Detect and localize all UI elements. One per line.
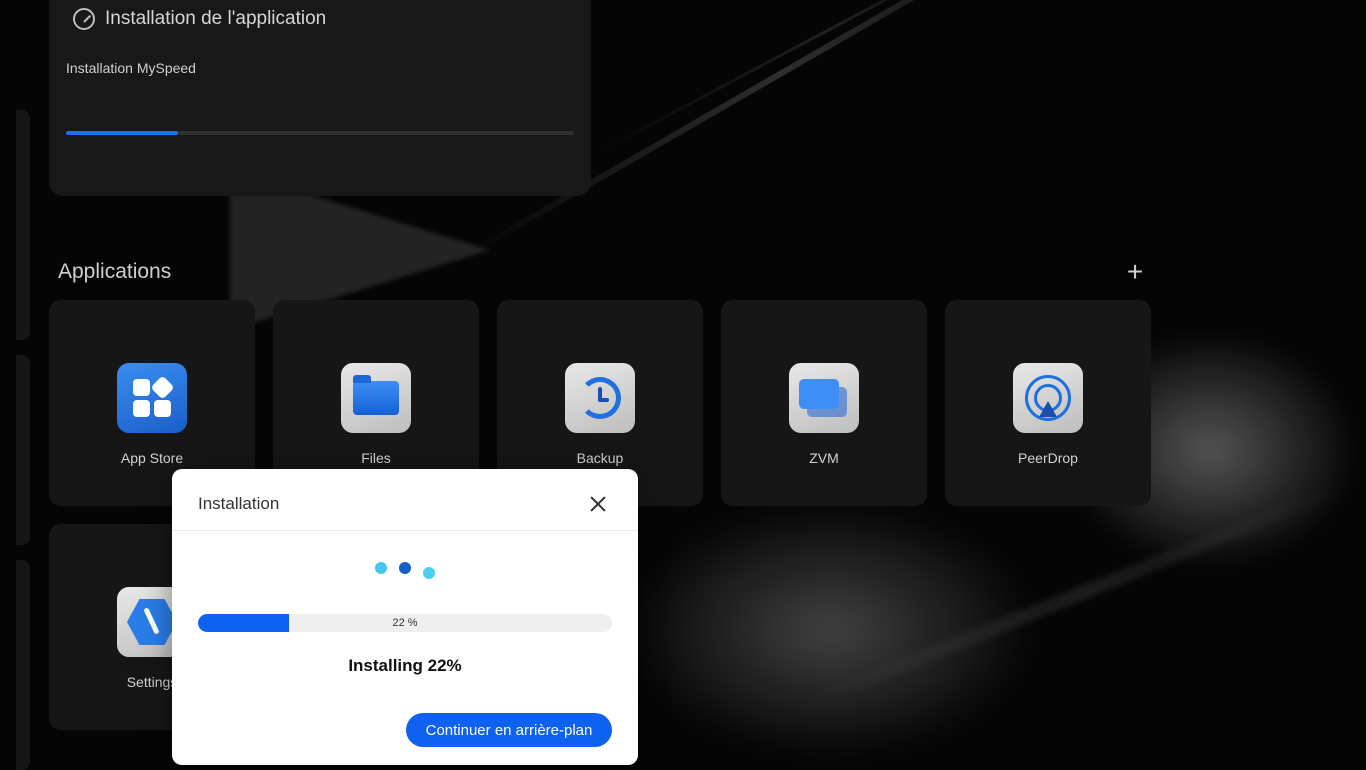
rail-segment bbox=[16, 355, 30, 545]
zvm-icon bbox=[789, 363, 859, 433]
speedometer-icon bbox=[73, 8, 95, 30]
installation-dialog: Installation 22 % Installing 22% Continu… bbox=[172, 469, 638, 765]
bg-streak bbox=[599, 0, 1060, 153]
installation-widget-progress-fill bbox=[66, 131, 178, 135]
app-tile-label: App Store bbox=[120, 450, 184, 466]
dialog-divider bbox=[172, 530, 638, 531]
installation-widget-progress bbox=[66, 131, 574, 135]
installation-widget-header: Installation de l'application bbox=[73, 8, 326, 30]
rail-segment bbox=[16, 110, 30, 340]
app-tile-peerdrop[interactable]: PeerDrop bbox=[945, 300, 1151, 506]
peerdrop-icon bbox=[1013, 363, 1083, 433]
dialog-title: Installation bbox=[198, 494, 280, 513]
close-icon[interactable] bbox=[585, 491, 611, 517]
continue-in-background-button[interactable]: Continuer en arrière-plan bbox=[406, 713, 612, 747]
install-progress-bar: 22 % bbox=[198, 614, 612, 632]
app-tile-label: ZVM bbox=[809, 450, 839, 466]
installation-widget-title: Installation de l'application bbox=[105, 8, 327, 29]
loading-dot bbox=[375, 562, 387, 574]
bg-glow bbox=[620, 500, 1040, 760]
installation-widget: Installation de l'application Installati… bbox=[49, 0, 591, 196]
install-status-text: Installing 22% bbox=[348, 656, 462, 675]
applications-heading: Applications bbox=[58, 260, 172, 283]
folder-icon bbox=[341, 363, 411, 433]
app-tile-label: Backup bbox=[576, 450, 624, 466]
loading-dot bbox=[399, 562, 411, 574]
loading-dot bbox=[423, 567, 435, 579]
app-tile-zvm[interactable]: ZVM bbox=[721, 300, 927, 506]
app-tile-label: PeerDrop bbox=[1018, 450, 1078, 466]
backup-icon bbox=[565, 363, 635, 433]
install-progress-text: 22 % bbox=[392, 617, 418, 629]
app-store-icon bbox=[117, 363, 187, 433]
rail-segment bbox=[16, 560, 30, 770]
add-application-button[interactable]: + bbox=[1122, 258, 1148, 286]
app-tile-label: Files bbox=[361, 450, 391, 466]
left-rail bbox=[16, 90, 34, 770]
installation-widget-subtitle: Installation MySpeed bbox=[66, 60, 196, 76]
